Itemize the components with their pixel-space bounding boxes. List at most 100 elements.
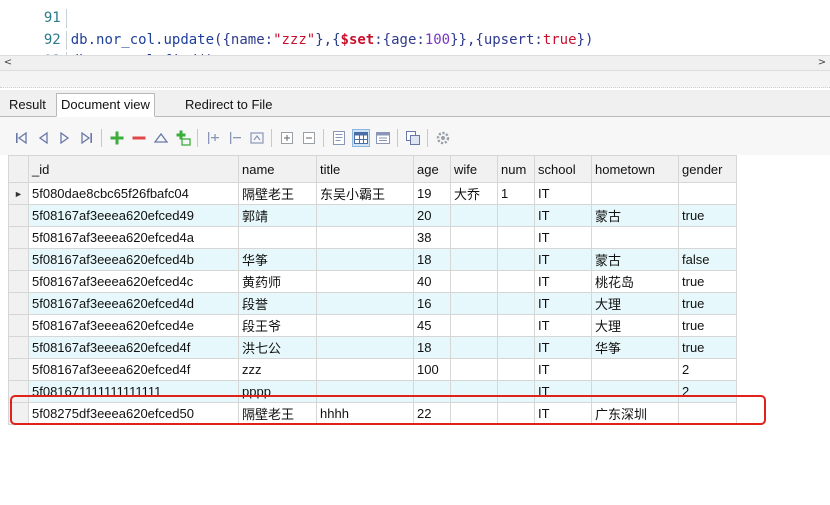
cell-age[interactable]: 16 [413,292,451,315]
delete-record-icon[interactable] [130,129,148,147]
collapse-field-icon[interactable] [248,129,266,147]
row-indicator[interactable] [8,270,29,293]
tab-result[interactable]: Result [4,93,51,117]
next-record-icon[interactable] [56,129,74,147]
cell-school[interactable]: IT [534,402,592,425]
row-indicator[interactable] [8,292,29,315]
cell-age[interactable]: 18 [413,248,451,271]
cell-hometown[interactable] [591,182,679,205]
row-indicator[interactable] [8,204,29,227]
last-record-icon[interactable] [78,129,96,147]
row-indicator[interactable]: ► [8,182,29,205]
cell-id[interactable]: 5f08167af3eeea620efced49 [28,204,239,227]
cell-name[interactable]: 段王爷 [238,314,317,337]
cell-wife[interactable] [450,248,498,271]
cell-wife[interactable] [450,226,498,249]
query-editor[interactable]: 91 92 db.nor_col.update({name:"zzz"},{$se… [0,0,830,55]
cell-title[interactable] [316,292,414,315]
table-row[interactable]: 5f08167af3eeea620efced49 郭靖 20 IT 蒙古 true [8,204,737,227]
cell-hometown[interactable]: 蒙古 [591,204,679,227]
cell-school[interactable]: IT [534,204,592,227]
cell-gender[interactable]: true [678,204,737,227]
row-indicator[interactable] [8,358,29,381]
row-indicator[interactable] [8,248,29,271]
cell-num[interactable] [497,336,535,359]
table-row[interactable]: ► 5f080dae8cbc65f26fbafc04 隔壁老王 东吴小霸王 19 大乔 1 I… [8,182,737,205]
table-row[interactable]: 5f08167af3eeea620efced4b 华筝 18 IT 蒙古 false [8,248,737,271]
cell-age[interactable]: 18 [413,336,451,359]
cell-name[interactable]: 黄药师 [238,270,317,293]
cell-id[interactable]: 5f08167af3eeea620efced4c [28,270,239,293]
cell-wife[interactable] [450,358,498,381]
column-header-id[interactable]: _id [28,155,239,183]
cell-gender[interactable]: true [678,270,737,293]
cell-title[interactable] [316,248,414,271]
cell-school[interactable]: IT [534,380,592,403]
code-line[interactable]: 93db.nor_col.find() [0,33,830,55]
export-icon[interactable] [404,129,422,147]
cell-hometown[interactable] [591,380,679,403]
cell-gender[interactable]: true [678,292,737,315]
settings-icon[interactable] [434,129,452,147]
cell-num[interactable] [497,402,535,425]
cell-id[interactable]: 5f08167af3eeea620efced4e [28,314,239,337]
column-header-title[interactable]: title [316,155,414,183]
code-line[interactable]: 91 [0,0,830,28]
cell-wife[interactable] [450,336,498,359]
cell-gender[interactable]: true [678,336,737,359]
remove-field-icon[interactable] [226,129,244,147]
column-header-school[interactable]: school [534,155,592,183]
cell-hometown[interactable] [591,226,679,249]
cell-wife[interactable] [450,380,498,403]
cell-school[interactable]: IT [534,336,592,359]
cell-num[interactable] [497,292,535,315]
row-indicator[interactable] [8,314,29,337]
cell-id[interactable]: 5f08167af3eeea620efced4b [28,248,239,271]
cell-title[interactable] [316,226,414,249]
insert-field-icon[interactable] [204,129,222,147]
cell-hometown[interactable]: 大理 [591,292,679,315]
tab-document-view[interactable]: Document view [56,93,155,117]
cell-num[interactable] [497,226,535,249]
move-up-icon[interactable] [152,129,170,147]
cell-title[interactable] [316,204,414,227]
cell-id[interactable]: 5f08167af3eeea620efced4f [28,358,239,381]
cell-num[interactable] [497,270,535,293]
cell-age[interactable]: 22 [413,402,451,425]
cell-title[interactable] [316,314,414,337]
document-grid[interactable]: _id name title age wife num school homet… [8,155,737,425]
cell-id[interactable]: 5f080dae8cbc65f26fbafc04 [28,182,239,205]
cell-title[interactable] [316,336,414,359]
cell-id[interactable]: 5f08167af3eeea620efced4d [28,292,239,315]
cell-age[interactable]: 45 [413,314,451,337]
add-record-icon[interactable] [108,129,126,147]
cell-name[interactable] [238,226,317,249]
cell-id[interactable]: 5f081671111111111111 [28,380,239,403]
collapse-all-icon[interactable] [300,129,318,147]
cell-hometown[interactable]: 桃花岛 [591,270,679,293]
tree-view-icon[interactable] [374,129,392,147]
cell-id[interactable]: 5f08167af3eeea620efced4a [28,226,239,249]
cell-wife[interactable]: 大乔 [450,182,498,205]
cell-school[interactable]: IT [534,292,592,315]
cell-num[interactable] [497,314,535,337]
cell-name[interactable]: zzz [238,358,317,381]
cell-hometown[interactable]: 广东深圳 [591,402,679,425]
table-row[interactable]: 5f08167af3eeea620efced4f zzz 100 IT 2 [8,358,737,381]
cell-gender[interactable] [678,402,737,425]
cell-title[interactable] [316,270,414,293]
cell-id[interactable]: 5f08167af3eeea620efced4f [28,336,239,359]
cell-num[interactable]: 1 [497,182,535,205]
cell-name[interactable]: 郭靖 [238,204,317,227]
cell-age[interactable]: 100 [413,358,451,381]
cell-name[interactable]: pppp [238,380,317,403]
column-header-num[interactable]: num [497,155,535,183]
cell-wife[interactable] [450,314,498,337]
table-row[interactable]: 5f08167af3eeea620efced4d 段誉 16 IT 大理 true [8,292,737,315]
grid-view-icon[interactable] [352,129,370,147]
table-row[interactable]: 5f08167af3eeea620efced4c 黄药师 40 IT 桃花岛 true [8,270,737,293]
horizontal-scrollbar[interactable]: < > [0,55,830,71]
cell-wife[interactable] [450,402,498,425]
column-header-age[interactable]: age [413,155,451,183]
cell-name[interactable]: 段誉 [238,292,317,315]
